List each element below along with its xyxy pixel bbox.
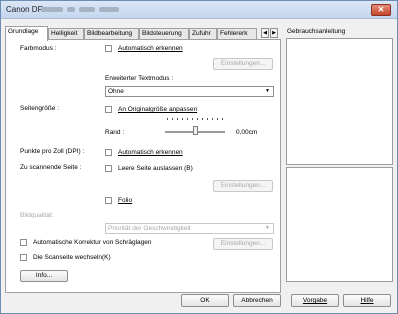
window-title: Canon DR-	[6, 5, 47, 14]
chevron-down-icon: ▼	[265, 88, 270, 94]
dpi-auto-checkbox[interactable]	[105, 149, 112, 156]
farbmodus-label: Farbmodus :	[20, 45, 57, 52]
slider-tick	[197, 118, 198, 120]
deskew-checkbox[interactable]	[20, 239, 27, 246]
chevron-left-icon: ◀	[263, 30, 267, 36]
chevron-down-icon: ▼	[265, 225, 270, 231]
deskew-label[interactable]: Automatische Korrektur von Schräglagen	[33, 239, 152, 246]
tab-scroll-right-button[interactable]: ▶	[270, 28, 278, 38]
scanner-settings-dialog: Canon DR- ✕ Grundlage Helligkeit Bildbea…	[0, 0, 398, 314]
farbmodus-settings-button[interactable]: Einstellungen...	[213, 58, 273, 70]
title-redacted-part-3	[79, 7, 95, 12]
tab-panel-grundlage: Farbmodus : Automatisch erkennen Einstel…	[5, 39, 281, 293]
deskew-settings-button[interactable]: Einstellungen...	[213, 238, 273, 250]
extended-text-mode-value: Ohne	[108, 88, 124, 95]
slider-tick	[177, 118, 178, 120]
fit-original-label[interactable]: An Originalgröße anpassen	[118, 106, 197, 113]
page-to-scan-label: Zu scannende Seite :	[20, 164, 82, 171]
slider-tick	[172, 118, 173, 120]
margin-value: 0,00cm	[236, 129, 258, 136]
slider-tick	[187, 118, 188, 120]
extended-text-mode-select[interactable]: Ohne ▼	[105, 86, 274, 97]
extended-text-mode-label: Erweiterter Textmodus :	[105, 75, 174, 82]
page-size-label: Seitengröße :	[20, 105, 60, 112]
image-quality-label: Bildqualität:	[20, 212, 54, 219]
chevron-right-icon: ▶	[272, 30, 276, 36]
farbmodus-auto-checkbox[interactable]	[105, 45, 112, 52]
slider-tick	[167, 118, 168, 120]
skip-blank-label[interactable]: Leere Seite auslassen (B)	[118, 165, 193, 172]
defaults-button[interactable]: Vorgabe	[291, 294, 339, 307]
tab-scroll-left-button[interactable]: ◀	[261, 28, 269, 38]
help-panel-title: Gebrauchsanleitung	[287, 28, 346, 35]
ok-button[interactable]: OK	[181, 294, 229, 307]
skip-blank-checkbox[interactable]	[105, 165, 112, 172]
slider-tick	[207, 118, 208, 120]
cancel-button[interactable]: Abbrechen	[233, 294, 281, 307]
slider-tick	[222, 118, 223, 120]
help-button[interactable]: Hilfe	[343, 294, 391, 307]
tab-bar: Grundlage Helligkeit Bildbearbeitung Bil…	[5, 26, 281, 41]
dpi-label: Punkte pro Zoll (DPI) :	[20, 148, 85, 155]
folio-label[interactable]: Folio	[118, 197, 132, 204]
folio-checkbox[interactable]	[105, 197, 112, 204]
info-button[interactable]: Info...	[20, 270, 68, 282]
title-bar[interactable]: Canon DR- ✕	[1, 1, 397, 19]
margin-slider-thumb[interactable]	[192, 126, 198, 135]
tab-grundlage[interactable]: Grundlage	[5, 26, 48, 41]
help-preview-box	[286, 38, 393, 165]
close-button[interactable]: ✕	[371, 4, 391, 16]
help-text-box	[286, 167, 393, 282]
margin-label: Rand :	[105, 129, 125, 136]
close-icon: ✕	[377, 5, 385, 14]
title-redacted-part-4	[99, 7, 119, 12]
slider-tick	[182, 118, 183, 120]
farbmodus-auto-label[interactable]: Automatisch erkennen	[118, 45, 183, 52]
swap-sides-checkbox[interactable]	[20, 254, 27, 261]
slider-tick	[192, 118, 193, 120]
slider-tick	[217, 118, 218, 120]
title-redacted-part-1	[41, 7, 63, 12]
dpi-auto-label[interactable]: Automatisch erkennen	[118, 149, 183, 156]
title-redacted-part-2	[67, 7, 75, 12]
fit-original-checkbox[interactable]	[105, 106, 112, 113]
image-quality-select[interactable]: Priorität der Geschwindigkeit ▼	[105, 223, 274, 234]
slider-tick	[202, 118, 203, 120]
image-quality-value: Priorität der Geschwindigkeit	[108, 225, 191, 232]
skip-blank-settings-button[interactable]: Einstellungen...	[213, 180, 273, 192]
slider-tick	[212, 118, 213, 120]
swap-sides-label[interactable]: Die Scanseite wechseln(K)	[33, 254, 111, 261]
